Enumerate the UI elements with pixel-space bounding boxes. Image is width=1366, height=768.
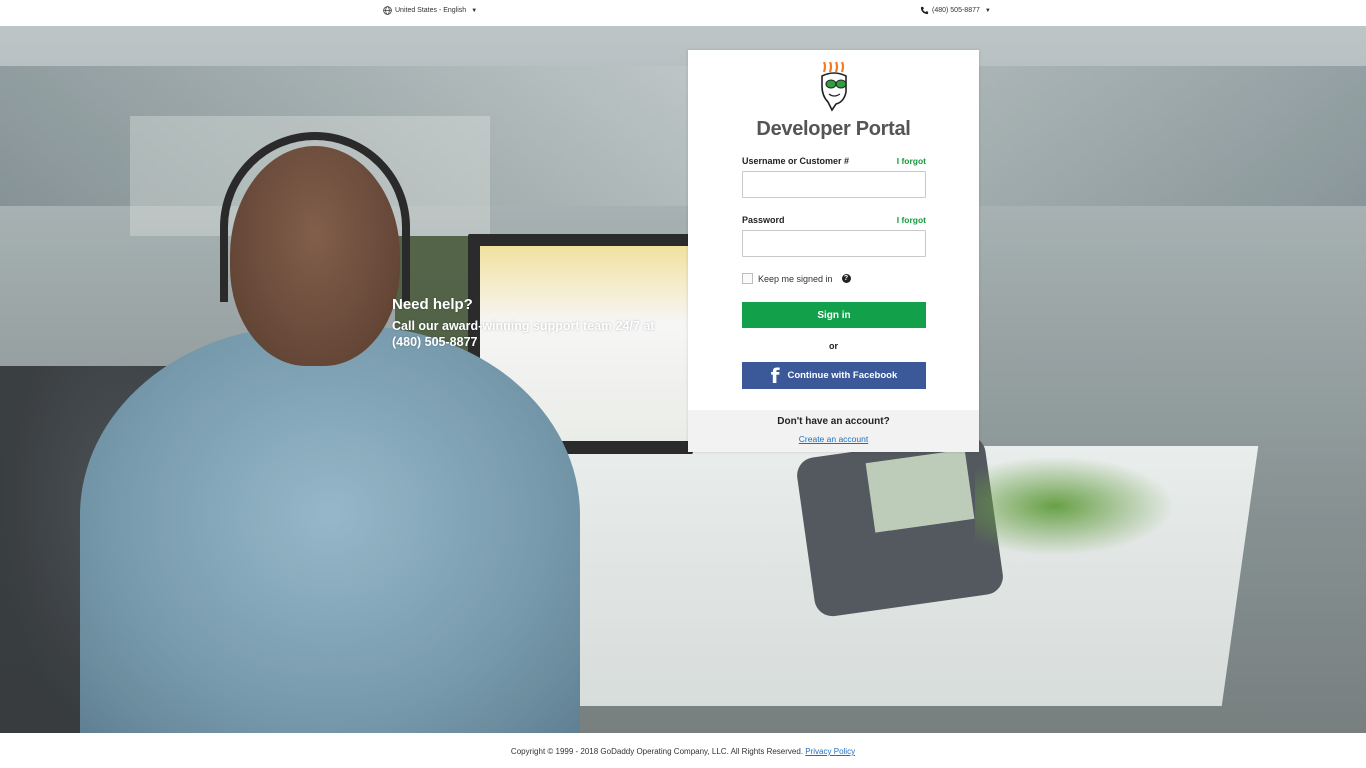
- keep-signed-in-label: Keep me signed in: [758, 273, 833, 284]
- signup-section: Don't have an account? Create an account: [688, 410, 979, 452]
- password-input[interactable]: [742, 230, 926, 257]
- login-card: Developer Portal Username or Customer # …: [688, 50, 979, 452]
- godaddy-guy-logo: [821, 62, 847, 112]
- globe-icon: [383, 6, 392, 15]
- hero-background-image: [0, 26, 1366, 733]
- keep-signed-in: Keep me signed in ?: [742, 273, 851, 284]
- phone-icon: [920, 6, 929, 15]
- locale-selector[interactable]: United States - English ▼: [383, 6, 477, 15]
- top-bar: United States - English ▼ (480) 505-8877…: [0, 0, 1366, 26]
- privacy-policy-link[interactable]: Privacy Policy: [805, 747, 855, 756]
- forgot-password-link[interactable]: I forgot: [897, 215, 926, 225]
- copyright-text: Copyright © 1999 - 2018 GoDaddy Operatin…: [510, 747, 804, 756]
- facebook-icon: f: [770, 363, 780, 388]
- phone-selector[interactable]: (480) 505-8877 ▼: [920, 6, 991, 15]
- create-account-link[interactable]: Create an account: [688, 434, 979, 444]
- phone-label: (480) 505-8877: [932, 7, 980, 14]
- facebook-login-button[interactable]: f Continue with Facebook: [742, 362, 926, 389]
- username-input[interactable]: [742, 171, 926, 198]
- footer: Copyright © 1999 - 2018 GoDaddy Operatin…: [0, 733, 1366, 768]
- caret-down-icon: ▼: [984, 7, 991, 14]
- page-title: Developer Portal: [756, 118, 911, 140]
- keep-signed-in-checkbox[interactable]: [742, 273, 753, 284]
- facebook-button-label: Continue with Facebook: [787, 370, 898, 381]
- support-title: Need help?: [392, 296, 473, 313]
- sign-in-button[interactable]: Sign in: [742, 302, 926, 328]
- password-label: Password: [742, 215, 785, 225]
- support-callout: Need help? Call our award-winning suppor…: [392, 296, 662, 350]
- no-account-text: Don't have an account?: [777, 416, 890, 427]
- or-divider: or: [829, 341, 838, 351]
- locale-label: United States - English: [395, 7, 467, 14]
- support-text: Call our award-winning support team 24/7…: [392, 319, 655, 349]
- username-label: Username or Customer #: [742, 156, 850, 166]
- question-icon[interactable]: ?: [841, 274, 851, 283]
- forgot-username-link[interactable]: I forgot: [897, 156, 926, 166]
- caret-down-icon: ▼: [471, 7, 478, 14]
